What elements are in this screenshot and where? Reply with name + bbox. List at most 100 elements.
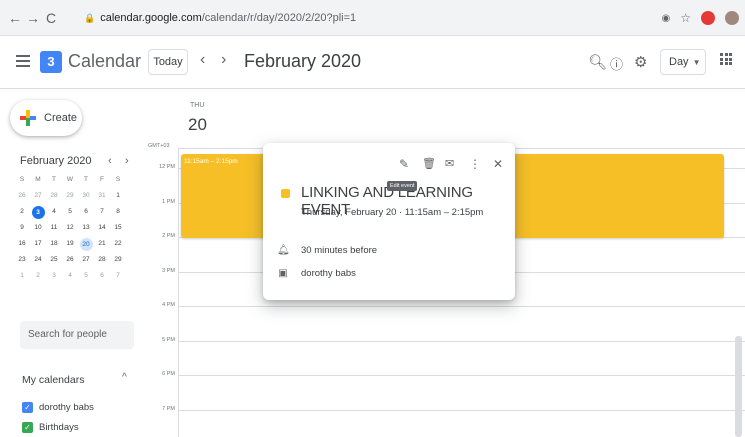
mini-calendar-day[interactable]: 21 [94, 236, 110, 252]
mini-calendar-weekday: S [115, 176, 121, 183]
mini-calendar-day[interactable]: 31 [94, 188, 110, 204]
hour-label: 5 PM [162, 336, 175, 343]
email-guests-icon[interactable]: ✉ [445, 157, 454, 170]
help-icon[interactable]: ⓘ [610, 54, 623, 73]
mini-next-month-icon[interactable]: › [125, 155, 129, 167]
create-label: Create [44, 112, 78, 124]
edit-pencil-icon[interactable]: ✎ [399, 157, 409, 171]
url-host: calendar.google.com [100, 12, 202, 24]
extension-icon[interactable] [701, 11, 715, 25]
settings-gear-icon[interactable]: ⚙ [634, 53, 647, 71]
view-switcher[interactable]: Day ▼ [660, 49, 706, 75]
mini-calendar-day[interactable]: 18 [46, 236, 62, 252]
mini-calendar-day[interactable]: 29 [110, 252, 126, 268]
hour-row[interactable]: 4 PM [145, 302, 745, 308]
mini-calendar-day[interactable]: 5 [62, 204, 78, 220]
mini-calendar-day[interactable]: 10 [30, 220, 46, 236]
hour-gridline [179, 409, 745, 411]
hour-label: 7 PM [162, 405, 175, 412]
mini-calendar-day[interactable]: 27 [78, 252, 94, 268]
mini-calendar-day[interactable]: 11 [46, 220, 62, 236]
mini-calendar-day[interactable]: 23 [14, 252, 30, 268]
mini-calendar-grid: S M T W T F S 26 27 28 29 30 31 1 2 3 4 5 6 7 8 9 10 11 12 13 14 15… [14, 172, 126, 284]
mini-calendar-day[interactable]: 17 [30, 236, 46, 252]
calendar-logo-icon: 3 [40, 51, 62, 73]
checkbox-checked-icon[interactable]: ✓ [22, 402, 33, 413]
hour-row[interactable]: 7 PM [145, 406, 745, 412]
mini-calendar-day[interactable]: 12 [62, 220, 78, 236]
mini-calendar-day[interactable]: 26 [62, 252, 78, 268]
google-apps-icon[interactable] [720, 53, 732, 65]
back-icon[interactable]: ← [6, 10, 24, 26]
mini-calendar-day[interactable]: 9 [14, 220, 30, 236]
mini-calendar-day[interactable]: 13 [78, 220, 94, 236]
timezone-label: GMT+03 [148, 143, 170, 149]
search-icon[interactable]: 🔍︎ [588, 53, 607, 71]
mini-calendar-day[interactable]: 7 [94, 204, 110, 220]
hour-row[interactable]: 6 PM [145, 371, 745, 377]
calendar-item-birthdays[interactable]: ✓ Birthdays [22, 422, 79, 433]
mini-calendar-day[interactable]: 16 [14, 236, 30, 252]
mini-calendar-day[interactable]: 1 [14, 268, 30, 284]
bookmark-star-icon[interactable]: ☆ [680, 11, 691, 25]
hour-gridline [179, 340, 745, 342]
event-time-label: 11:15am – 2:15pm [184, 158, 238, 165]
day-number[interactable]: 20 [188, 115, 207, 135]
address-bar[interactable]: 🔒 calendar.google.com/calendar/r/day/202… [84, 7, 704, 29]
calendar-item-dorothy-babs[interactable]: ✓ dorothy babs [22, 402, 94, 413]
mini-calendar-day[interactable]: 3 [46, 268, 62, 284]
mini-calendar-day[interactable]: 3 [31, 205, 45, 219]
previous-period-icon[interactable]: ‹ [200, 51, 205, 69]
mini-calendar-day[interactable]: 2 [14, 204, 30, 220]
mini-calendar-day[interactable]: 29 [62, 188, 78, 204]
more-options-icon[interactable]: ⋮ [469, 157, 481, 171]
mini-calendar-day[interactable]: 24 [30, 252, 46, 268]
calendar-item-label: Birthdays [39, 422, 79, 433]
mini-calendar-day[interactable]: 8 [110, 204, 126, 220]
my-calendars-heading[interactable]: My calendars [22, 374, 84, 386]
mini-calendar-day[interactable]: 30 [78, 188, 94, 204]
calendar-owner-row: ▣ dorothy babs [277, 268, 356, 279]
calendar-owner-text: dorothy babs [301, 268, 356, 279]
mini-calendar-day[interactable]: 22 [110, 236, 126, 252]
mini-calendar-day[interactable]: 4 [62, 268, 78, 284]
mini-calendar-day[interactable]: 4 [46, 204, 62, 220]
mini-calendar-day[interactable]: 27 [30, 188, 46, 204]
mini-calendar-day[interactable]: 19 [62, 236, 78, 252]
mini-calendar-day[interactable]: 15 [110, 220, 126, 236]
search-people-input[interactable]: Search for people [20, 321, 134, 349]
mini-calendar-day[interactable]: 26 [14, 188, 30, 204]
mini-calendar-day[interactable]: 1 [110, 188, 126, 204]
reminder-text: 30 minutes before [301, 245, 378, 256]
collapse-caret-icon[interactable]: ^ [122, 372, 127, 383]
mini-calendar-day[interactable]: 25 [46, 252, 62, 268]
url-path: /calendar/r/day/2020/2/20?pli=1 [201, 12, 357, 24]
close-icon[interactable]: ✕ [493, 157, 503, 171]
main-menu-icon[interactable] [16, 55, 30, 67]
today-button[interactable]: Today [148, 49, 188, 75]
create-button[interactable]: Create [10, 100, 82, 136]
next-period-icon[interactable]: › [221, 51, 226, 69]
mini-calendar-day[interactable]: 5 [78, 268, 94, 284]
mini-calendar-day[interactable]: 7 [110, 268, 126, 284]
mini-calendar-day[interactable]: 2 [30, 268, 46, 284]
hour-row[interactable]: 5 PM [145, 337, 745, 343]
calendar-app: ← → C 🔒 calendar.google.com/calendar/r/d… [0, 0, 745, 437]
app-title: Calendar [68, 51, 142, 71]
reload-icon[interactable]: C [42, 10, 60, 26]
delete-trash-icon[interactable]: 🗑︎ [422, 157, 436, 170]
mini-calendar-day[interactable]: 28 [94, 252, 110, 268]
hour-label: 4 PM [162, 302, 175, 308]
reminder-row: 🔔︎ 30 minutes before [277, 245, 377, 256]
scrollbar[interactable] [735, 336, 742, 437]
mini-calendar-day[interactable]: 6 [94, 268, 110, 284]
mini-prev-month-icon[interactable]: ‹ [108, 155, 112, 167]
checkbox-checked-icon[interactable]: ✓ [22, 422, 33, 433]
mini-calendar-day[interactable]: 6 [78, 204, 94, 220]
forward-icon[interactable]: → [24, 10, 42, 26]
mini-calendar-day[interactable]: 20 [79, 237, 93, 251]
mini-calendar-day[interactable]: 14 [94, 220, 110, 236]
mini-calendar-day[interactable]: 28 [46, 188, 62, 204]
location-icon[interactable]: ◉ [662, 13, 671, 24]
profile-avatar[interactable] [725, 11, 739, 25]
